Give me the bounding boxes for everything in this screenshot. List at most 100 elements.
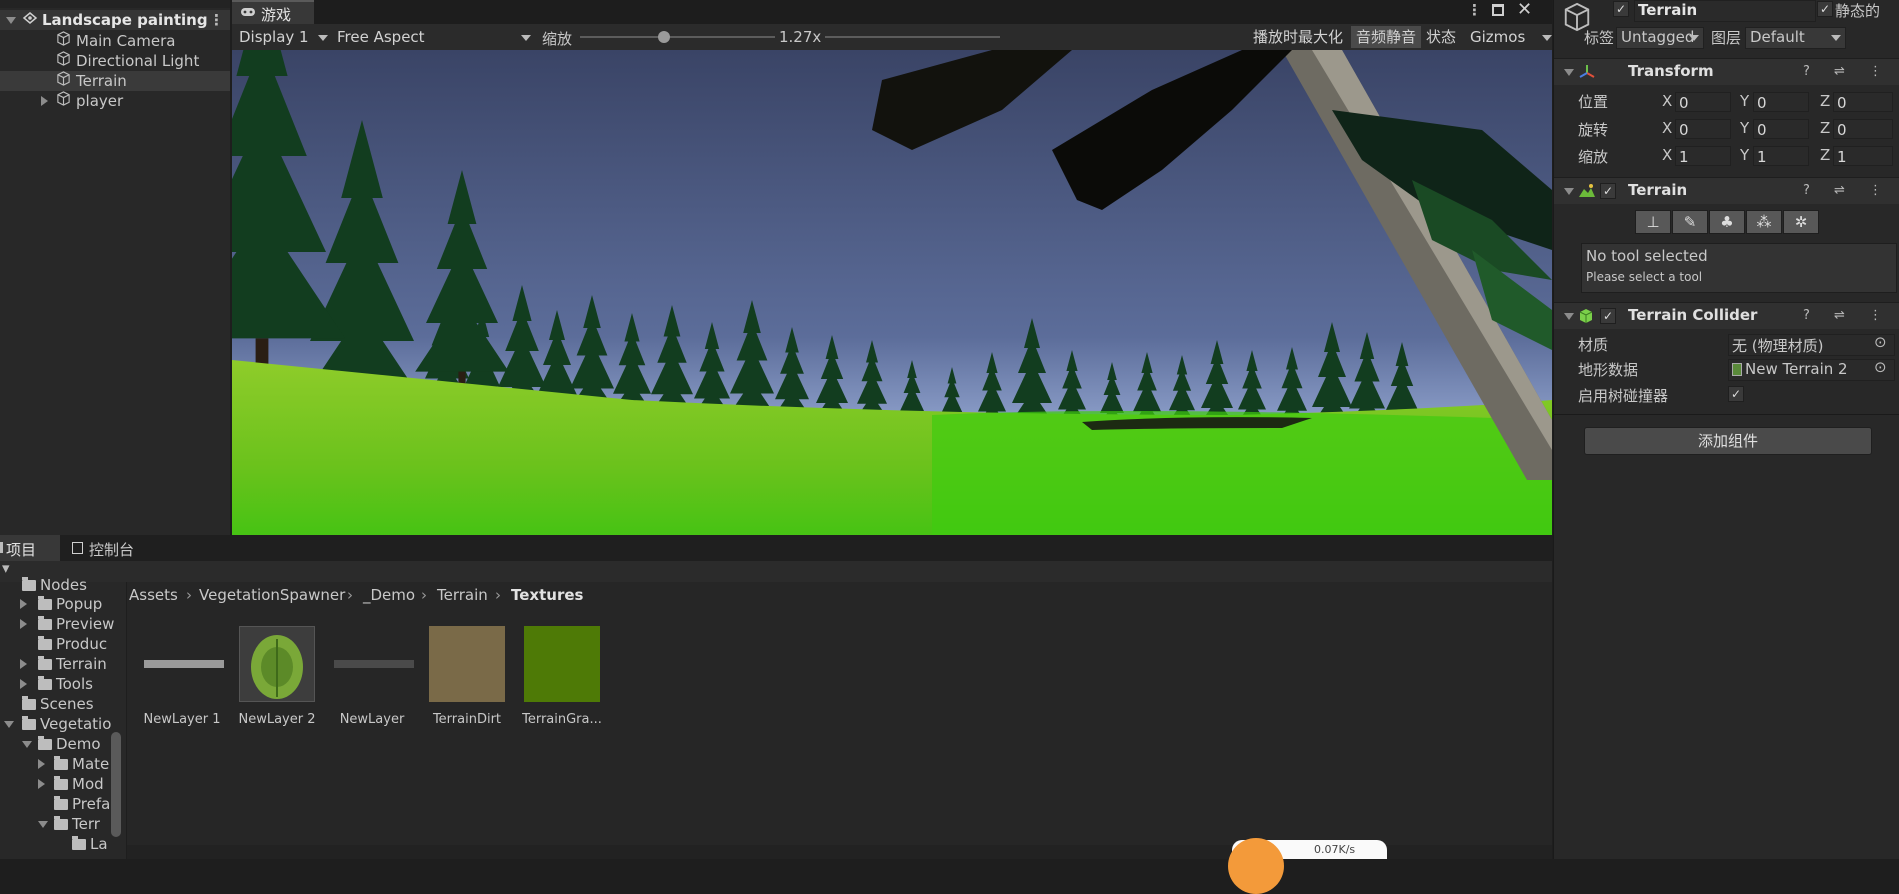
close-window-icon[interactable]: ✕	[1517, 0, 1532, 20]
object-picker-icon[interactable]: ⊙	[1874, 358, 1887, 376]
mute-audio-button[interactable]: 音频静音	[1351, 26, 1422, 48]
scale-z-field[interactable]: 1	[1833, 146, 1893, 166]
expand-arrow-icon[interactable]	[38, 821, 48, 828]
tree-item[interactable]: Nodes	[22, 575, 87, 595]
hierarchy-item[interactable]: Main Camera	[0, 31, 230, 51]
component-header-icons[interactable]: ? ⇌ ⋮	[1803, 308, 1892, 323]
tag-dropdown[interactable]: Untagged	[1616, 27, 1704, 49]
expand-arrow-icon[interactable]	[38, 759, 45, 769]
breadcrumb-current[interactable]: Textures	[511, 586, 583, 604]
expand-arrow-icon[interactable]	[20, 599, 27, 609]
position-y-field[interactable]: 0	[1753, 92, 1809, 112]
terrain-collider-header[interactable]: ✓ Terrain Collider ? ⇌ ⋮	[1554, 302, 1899, 329]
tab-project[interactable]: 项目	[0, 535, 60, 561]
object-picker-icon[interactable]: ⊙	[1874, 333, 1887, 351]
position-z-field[interactable]: 0	[1833, 92, 1893, 112]
tree-item[interactable]: Scenes	[22, 694, 94, 714]
hierarchy-item[interactable]: player	[0, 91, 230, 111]
rotation-y-field[interactable]: 0	[1753, 119, 1809, 139]
hierarchy-item-selected[interactable]: Terrain	[0, 71, 230, 91]
expand-arrow-icon[interactable]	[41, 96, 48, 106]
layer-dropdown[interactable]: Default	[1745, 27, 1846, 49]
expand-arrow-icon[interactable]	[22, 741, 32, 748]
tab-console[interactable]: 控制台	[64, 535, 160, 561]
maximize-on-play-button[interactable]: 播放时最大化	[1248, 26, 1348, 48]
tree-item[interactable]: Produc	[38, 634, 107, 654]
raise-terrain-tool-icon[interactable]: ⊥	[1635, 210, 1671, 234]
scale-slider-thumb[interactable]	[658, 31, 670, 43]
expand-arrow-icon[interactable]	[38, 779, 45, 789]
breadcrumb-item[interactable]: Assets	[129, 586, 178, 604]
position-label: 位置	[1578, 93, 1609, 111]
hierarchy-item[interactable]: Directional Light	[0, 51, 230, 71]
expand-arrow-icon[interactable]	[6, 17, 16, 24]
game-viewport[interactable]	[232, 50, 1552, 572]
paint-trees-tool-icon[interactable]: ♣	[1709, 210, 1745, 234]
object-name-field[interactable]: Terrain	[1634, 0, 1816, 22]
tree-item[interactable]: Preview	[20, 614, 115, 634]
material-field[interactable]: 无 (物理材质)	[1728, 334, 1895, 356]
component-header-icons[interactable]: ? ⇌ ⋮	[1803, 183, 1892, 198]
tab-game[interactable]: 游戏	[232, 0, 314, 24]
expand-arrow-icon[interactable]	[20, 679, 27, 689]
collapse-arrow-icon[interactable]	[1564, 69, 1574, 76]
maximize-window-icon[interactable]	[1492, 4, 1504, 16]
rotation-x-field[interactable]: 0	[1675, 119, 1731, 139]
expand-arrow-icon[interactable]	[20, 619, 27, 629]
expand-arrow-icon[interactable]	[20, 659, 27, 669]
breadcrumb-item[interactable]: VegetationSpawner	[199, 586, 345, 604]
tree-item[interactable]: Mate	[38, 754, 109, 774]
tree-item[interactable]: Vegetatio	[4, 714, 112, 734]
tree-item[interactable]: La	[72, 834, 108, 854]
display-dropdown[interactable]: Display 1	[234, 27, 334, 47]
collapse-arrow-icon[interactable]	[1564, 188, 1574, 195]
asset-item[interactable]: NewLayer 1	[134, 626, 230, 727]
asset-item[interactable]: TerrainGra...	[514, 626, 610, 727]
create-dropdown-icon[interactable]: ▾	[2, 559, 10, 577]
component-header-icons[interactable]: ? ⇌ ⋮	[1803, 64, 1892, 79]
terrain-settings-gear-icon[interactable]: ✲	[1783, 210, 1819, 234]
aspect-dropdown[interactable]: Free Aspect	[332, 27, 537, 47]
rotation-z-field[interactable]: 0	[1833, 119, 1893, 139]
tree-item-label: Vegetatio	[40, 715, 112, 733]
tab-more-icon[interactable]: ⋮	[1467, 1, 1482, 19]
enable-tree-colliders-checkbox[interactable]: ✓	[1728, 386, 1744, 402]
net-speed-widget[interactable]: 0.07K/s	[1228, 838, 1387, 894]
terrain-enabled-checkbox[interactable]: ✓	[1600, 183, 1616, 199]
stats-button[interactable]: 状态	[1421, 26, 1461, 48]
collider-enabled-checkbox[interactable]: ✓	[1600, 308, 1616, 324]
tree-item[interactable]: Popup	[20, 594, 102, 614]
transform-header[interactable]: Transform ? ⇌ ⋮	[1554, 58, 1899, 85]
paint-details-tool-icon[interactable]: ⁂	[1746, 210, 1782, 234]
tree-item[interactable]: Terrain	[20, 654, 107, 674]
scene-row[interactable]: Landscape painting ⋮	[0, 10, 230, 30]
tree-item-label: Preview	[56, 615, 115, 633]
expand-arrow-icon[interactable]	[4, 721, 14, 728]
add-component-button[interactable]: 添加组件	[1584, 427, 1872, 455]
scale-y-field[interactable]: 1	[1753, 146, 1809, 166]
collapse-arrow-icon[interactable]	[1564, 313, 1574, 320]
active-checkbox[interactable]: ✓	[1613, 1, 1629, 17]
more-options-icon[interactable]: ⋮	[209, 10, 224, 30]
static-checkbox[interactable]: ✓	[1817, 1, 1833, 17]
breadcrumb-item[interactable]: Terrain	[437, 586, 488, 604]
position-x-field[interactable]: 0	[1675, 92, 1731, 112]
breadcrumb-item[interactable]: _Demo	[363, 586, 415, 604]
tree-item[interactable]: Terr	[38, 814, 100, 834]
paint-brush-tool-icon[interactable]: ✎	[1672, 210, 1708, 234]
tree-item[interactable]: Tools	[20, 674, 93, 694]
tree-item[interactable]: Mod	[38, 774, 104, 794]
gizmos-dropdown[interactable]: Gizmos	[1465, 26, 1555, 48]
asset-item[interactable]: TerrainDirt	[419, 626, 515, 727]
asset-item[interactable]: NewLayer	[324, 626, 420, 727]
tree-item-label: Mod	[72, 775, 104, 793]
tree-scrollbar[interactable]	[111, 732, 121, 837]
terrain-component-header[interactable]: ✓ Terrain ? ⇌ ⋮	[1554, 177, 1899, 204]
tree-item[interactable]: Prefa	[54, 794, 110, 814]
terrain-data-field[interactable]: New Terrain 2	[1728, 359, 1895, 381]
scale-x-field[interactable]: 1	[1675, 146, 1731, 166]
project-folder-tree: Nodes Popup Preview Produc Terrain Tools…	[0, 576, 126, 859]
gameobject-cube-icon	[56, 31, 71, 51]
tree-item[interactable]: Demo	[22, 734, 101, 754]
asset-item[interactable]: NewLayer 2	[229, 626, 325, 727]
